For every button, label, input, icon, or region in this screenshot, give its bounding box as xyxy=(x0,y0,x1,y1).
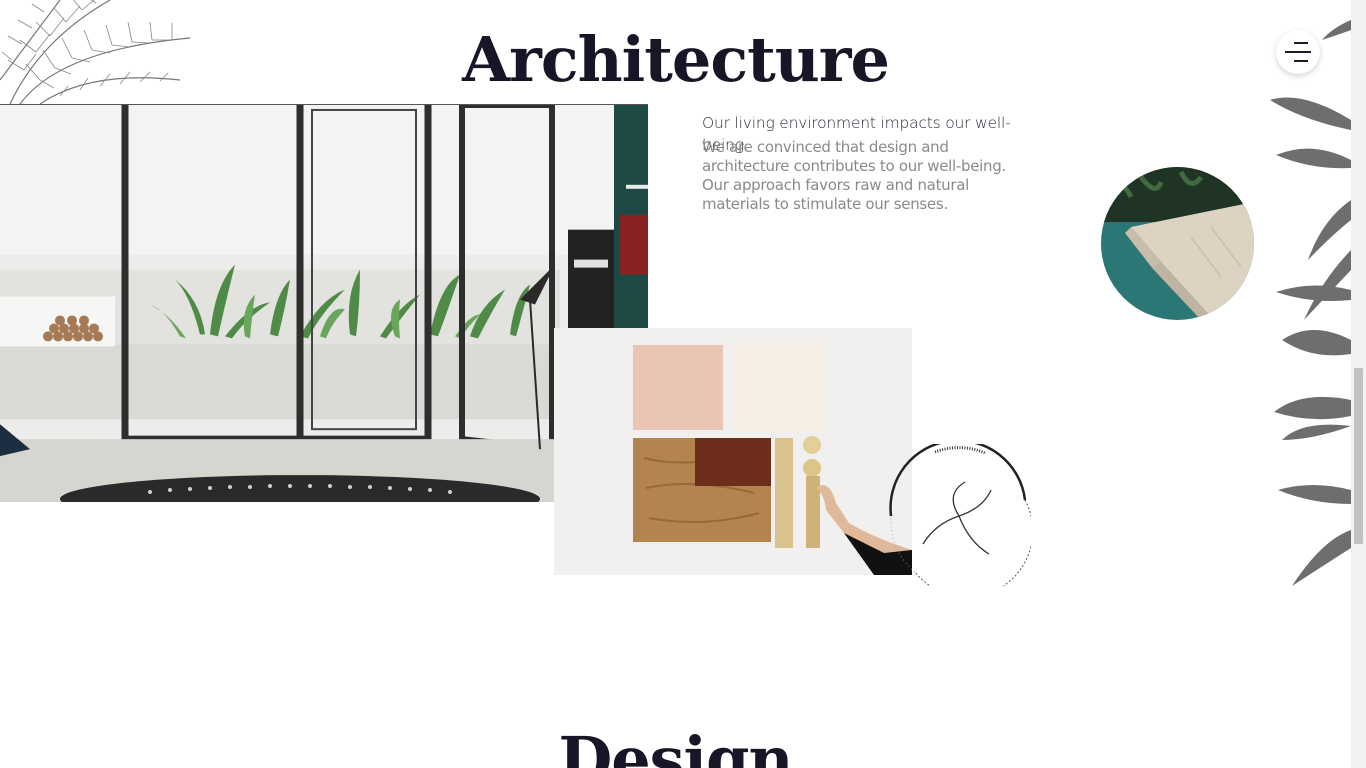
page: Architecture Our living environment impa… xyxy=(0,0,1351,768)
design-title: Design xyxy=(558,723,793,768)
hamburger-line xyxy=(1294,60,1308,62)
swirl-logo-icon xyxy=(889,444,1031,586)
architecture-description: We are convinced that design and archite… xyxy=(702,138,1006,213)
vertical-scrollbar[interactable] xyxy=(1351,0,1366,768)
leaves-icon xyxy=(1270,20,1351,586)
materials-moodboard-photo xyxy=(554,328,912,575)
living-room-photo xyxy=(0,104,648,502)
scrollbar-thumb[interactable] xyxy=(1354,368,1363,544)
menu-button[interactable] xyxy=(1276,30,1320,74)
hamburger-menu-icon xyxy=(1294,42,1308,44)
architecture-title: Architecture xyxy=(462,23,890,96)
pool-stone-photo xyxy=(1101,167,1254,320)
hamburger-line xyxy=(1285,51,1311,53)
